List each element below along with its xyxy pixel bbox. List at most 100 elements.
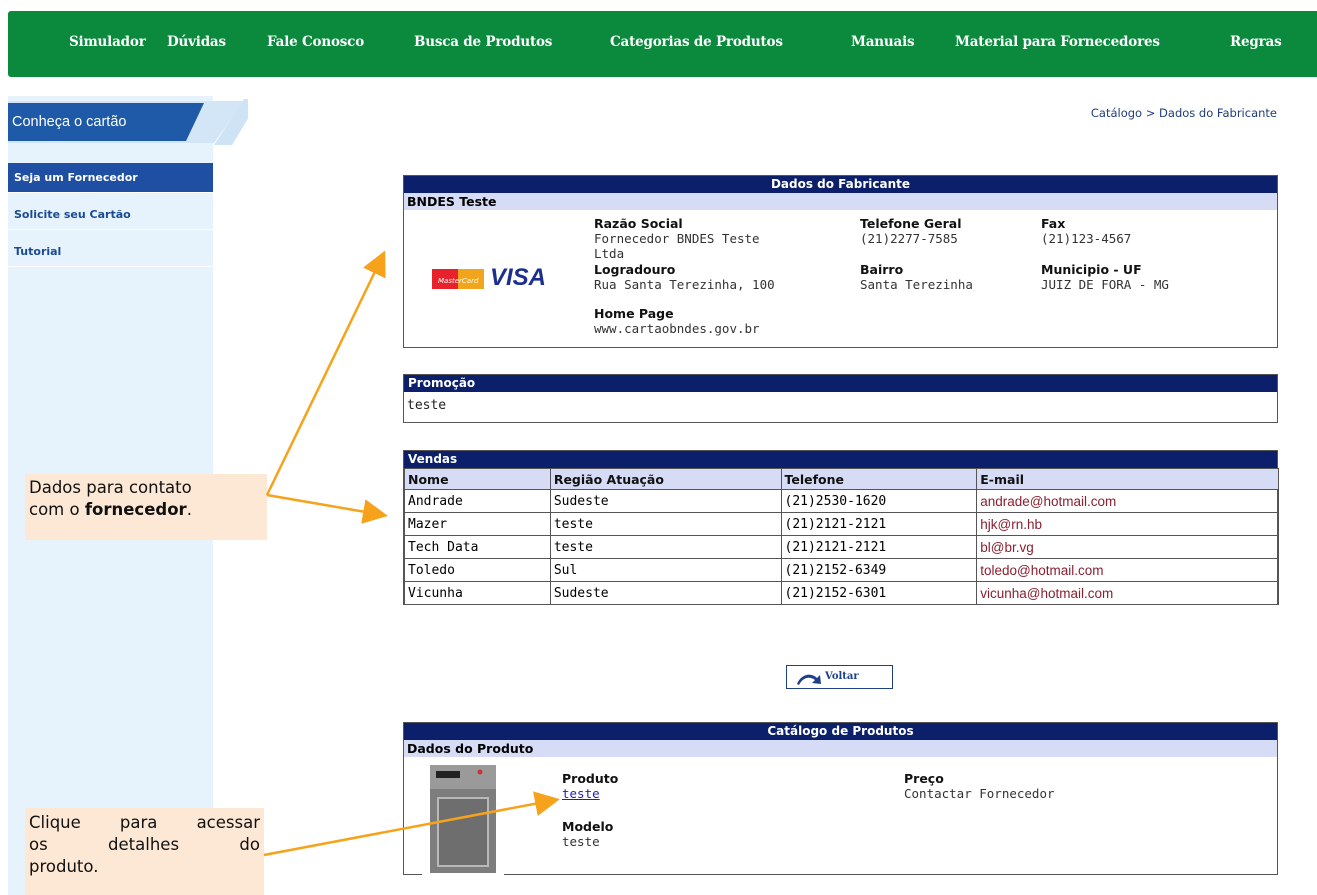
svg-text:MasterCard: MasterCard xyxy=(438,277,479,285)
nav-manuais[interactable]: Manuais xyxy=(851,34,915,50)
preco-value: Contactar Fornecedor xyxy=(904,786,1055,801)
cell-nome: Vicunha xyxy=(404,581,551,605)
cell-regiao: Sudeste xyxy=(549,581,782,605)
promocao-panel: Promoção teste xyxy=(403,374,1278,423)
nav-categorias-produtos[interactable]: Categorias de Produtos xyxy=(610,34,783,50)
callout-produto-line1: Clique para acessar xyxy=(29,813,260,832)
cell-email[interactable]: toledo@hotmail.com xyxy=(976,558,1279,582)
top-nav: Simulador Dúvidas Fale Conosco Busca de … xyxy=(8,11,1317,77)
cell-telefone: (21)2530-1620 xyxy=(780,489,978,513)
telefone-value: (21)2277-7585 xyxy=(860,231,958,246)
arrow-to-fabricante xyxy=(265,250,386,496)
cell-regiao: teste xyxy=(549,512,782,536)
nav-fale-conosco[interactable]: Fale Conosco xyxy=(267,34,364,50)
fabricante-title: Dados do Fabricante xyxy=(404,176,1277,193)
table-row: Vicunha Sudeste (21)2152-6301 vicunha@ho… xyxy=(404,581,1279,605)
arrow-to-vendas xyxy=(266,493,388,524)
callout-contato-line1: Dados para contato xyxy=(29,477,263,499)
callout-produto-line2: os detalhes do xyxy=(29,835,260,854)
municipio: Municipio - UF JUIZ DE FORA - MG xyxy=(1041,262,1169,292)
callout-contato-text-2: com o xyxy=(29,500,85,519)
produto-link[interactable]: teste xyxy=(562,786,618,801)
table-row: Mazer teste (21)2121-2121 hjk@rn.hb xyxy=(404,512,1279,536)
bairro-value: Santa Terezinha xyxy=(860,277,973,292)
sidebar-item-seja-fornecedor[interactable]: Seja um Fornecedor xyxy=(8,163,213,193)
cell-email[interactable]: bl@br.vg xyxy=(976,535,1279,559)
cell-email[interactable]: andrade@hotmail.com xyxy=(976,489,1279,513)
cell-telefone: (21)2121-2121 xyxy=(780,535,978,559)
logradouro-label: Logradouro xyxy=(594,262,676,277)
cell-telefone: (21)2121-2121 xyxy=(780,512,978,536)
cell-nome: Tech Data xyxy=(404,535,551,559)
cell-telefone: (21)2152-6301 xyxy=(780,581,978,605)
nav-material-fornecedores[interactable]: Material para Fornecedores xyxy=(955,34,1160,50)
cell-nome: Mazer xyxy=(404,512,551,536)
mastercard-icon: MasterCard xyxy=(432,269,484,289)
promocao-text: teste xyxy=(407,398,447,413)
cell-email[interactable]: hjk@rn.hb xyxy=(976,512,1279,536)
callout-produto-line3: produto. xyxy=(29,857,99,876)
visa-logo: VISA xyxy=(490,264,547,291)
razao-label: Razão Social xyxy=(594,216,683,231)
nav-regras[interactable]: Regras xyxy=(1230,34,1282,50)
promocao-title: Promoção xyxy=(404,375,1277,392)
sidebar-item-tutorial[interactable]: Tutorial xyxy=(8,237,213,267)
razao-social: Razão Social Fornecedor BNDES Teste Ltda xyxy=(594,216,760,261)
callout-contato-bold: fornecedor xyxy=(84,500,187,519)
modelo-field: Modelo teste xyxy=(562,819,613,849)
homepage-label: Home Page xyxy=(594,306,674,321)
nav-duvidas[interactable]: Dúvidas xyxy=(167,34,226,50)
fabricante-name: BNDES Teste xyxy=(404,193,1277,210)
table-row: Tech Data teste (21)2121-2121 bl@br.vg xyxy=(404,535,1279,559)
municipio-value: JUIZ DE FORA - MG xyxy=(1041,277,1169,292)
nav-busca-produtos[interactable]: Busca de Produtos xyxy=(414,34,552,50)
table-row: Toledo Sul (21)2152-6349 toledo@hotmail.… xyxy=(404,558,1279,582)
preco-label: Preço xyxy=(904,771,944,786)
col-email: E-mail xyxy=(976,468,1279,490)
cell-email[interactable]: vicunha@hotmail.com xyxy=(976,581,1279,605)
fax-label: Fax xyxy=(1041,216,1066,231)
callout-contato-line2: com o fornecedor. xyxy=(29,499,263,521)
cell-nome: Toledo xyxy=(404,558,551,582)
voltar-button[interactable]: Voltar xyxy=(786,665,893,689)
voltar-label: Voltar xyxy=(825,671,859,682)
vendas-header-row: Nome Região Atuação Telefone E-mail xyxy=(404,468,1279,490)
callout-contato: Dados para contato com o fornecedor. xyxy=(25,474,267,540)
cell-telefone: (21)2152-6349 xyxy=(780,558,978,582)
bairro: Bairro Santa Terezinha xyxy=(860,262,973,292)
back-arrow-icon xyxy=(797,674,821,685)
callout-contato-end: . xyxy=(186,500,192,519)
fabricante-panel: Dados do Fabricante BNDES Teste MasterCa… xyxy=(403,175,1278,348)
callout-produto: Clique para acessar os detalhes do produ… xyxy=(25,808,264,895)
col-regiao: Região Atuação xyxy=(549,468,782,490)
catalogo-title: Catálogo de Produtos xyxy=(404,723,1277,740)
col-nome: Nome xyxy=(404,468,551,490)
homepage-value: www.cartaobndes.gov.br xyxy=(594,321,760,336)
cell-regiao: teste xyxy=(549,535,782,559)
logradouro-value: Rua Santa Terezinha, 100 xyxy=(594,277,775,292)
home-page: Home Page www.cartaobndes.gov.br xyxy=(594,306,760,336)
produto-label: Produto xyxy=(562,771,619,786)
bairro-label: Bairro xyxy=(860,262,904,277)
sidebar-tab[interactable]: Conheça o cartão xyxy=(8,99,248,145)
produto-field: Produto teste xyxy=(562,771,618,801)
breadcrumb: Catálogo > Dados do Fabricante xyxy=(1090,106,1277,120)
cell-regiao: Sul xyxy=(549,558,782,582)
sidebar-item-solicite-cartao[interactable]: Solicite seu Cartão xyxy=(8,200,213,230)
fax-value: (21)123-4567 xyxy=(1041,231,1132,246)
vendas-title: Vendas xyxy=(404,451,1277,468)
cell-regiao: Sudeste xyxy=(549,489,782,513)
modelo-label: Modelo xyxy=(562,819,614,834)
product-image[interactable] xyxy=(422,761,504,875)
catalogo-sub: Dados do Produto xyxy=(404,740,1277,757)
sidebar-tab-label: Conheça o cartão xyxy=(12,114,127,130)
callout-contato-text-1: Dados para contato xyxy=(29,478,192,497)
nav-simulador[interactable]: Simulador xyxy=(69,34,146,50)
vendas-panel: Vendas Nome Região Atuação Telefone E-ma… xyxy=(403,450,1279,605)
fax: Fax (21)123-4567 xyxy=(1041,216,1131,246)
card-logos: MasterCard VISA xyxy=(432,264,572,294)
col-telefone: Telefone xyxy=(780,468,978,490)
preco-field: Preço Contactar Fornecedor xyxy=(904,771,1055,801)
municipio-label: Municipio - UF xyxy=(1041,262,1142,277)
cell-nome: Andrade xyxy=(404,489,551,513)
